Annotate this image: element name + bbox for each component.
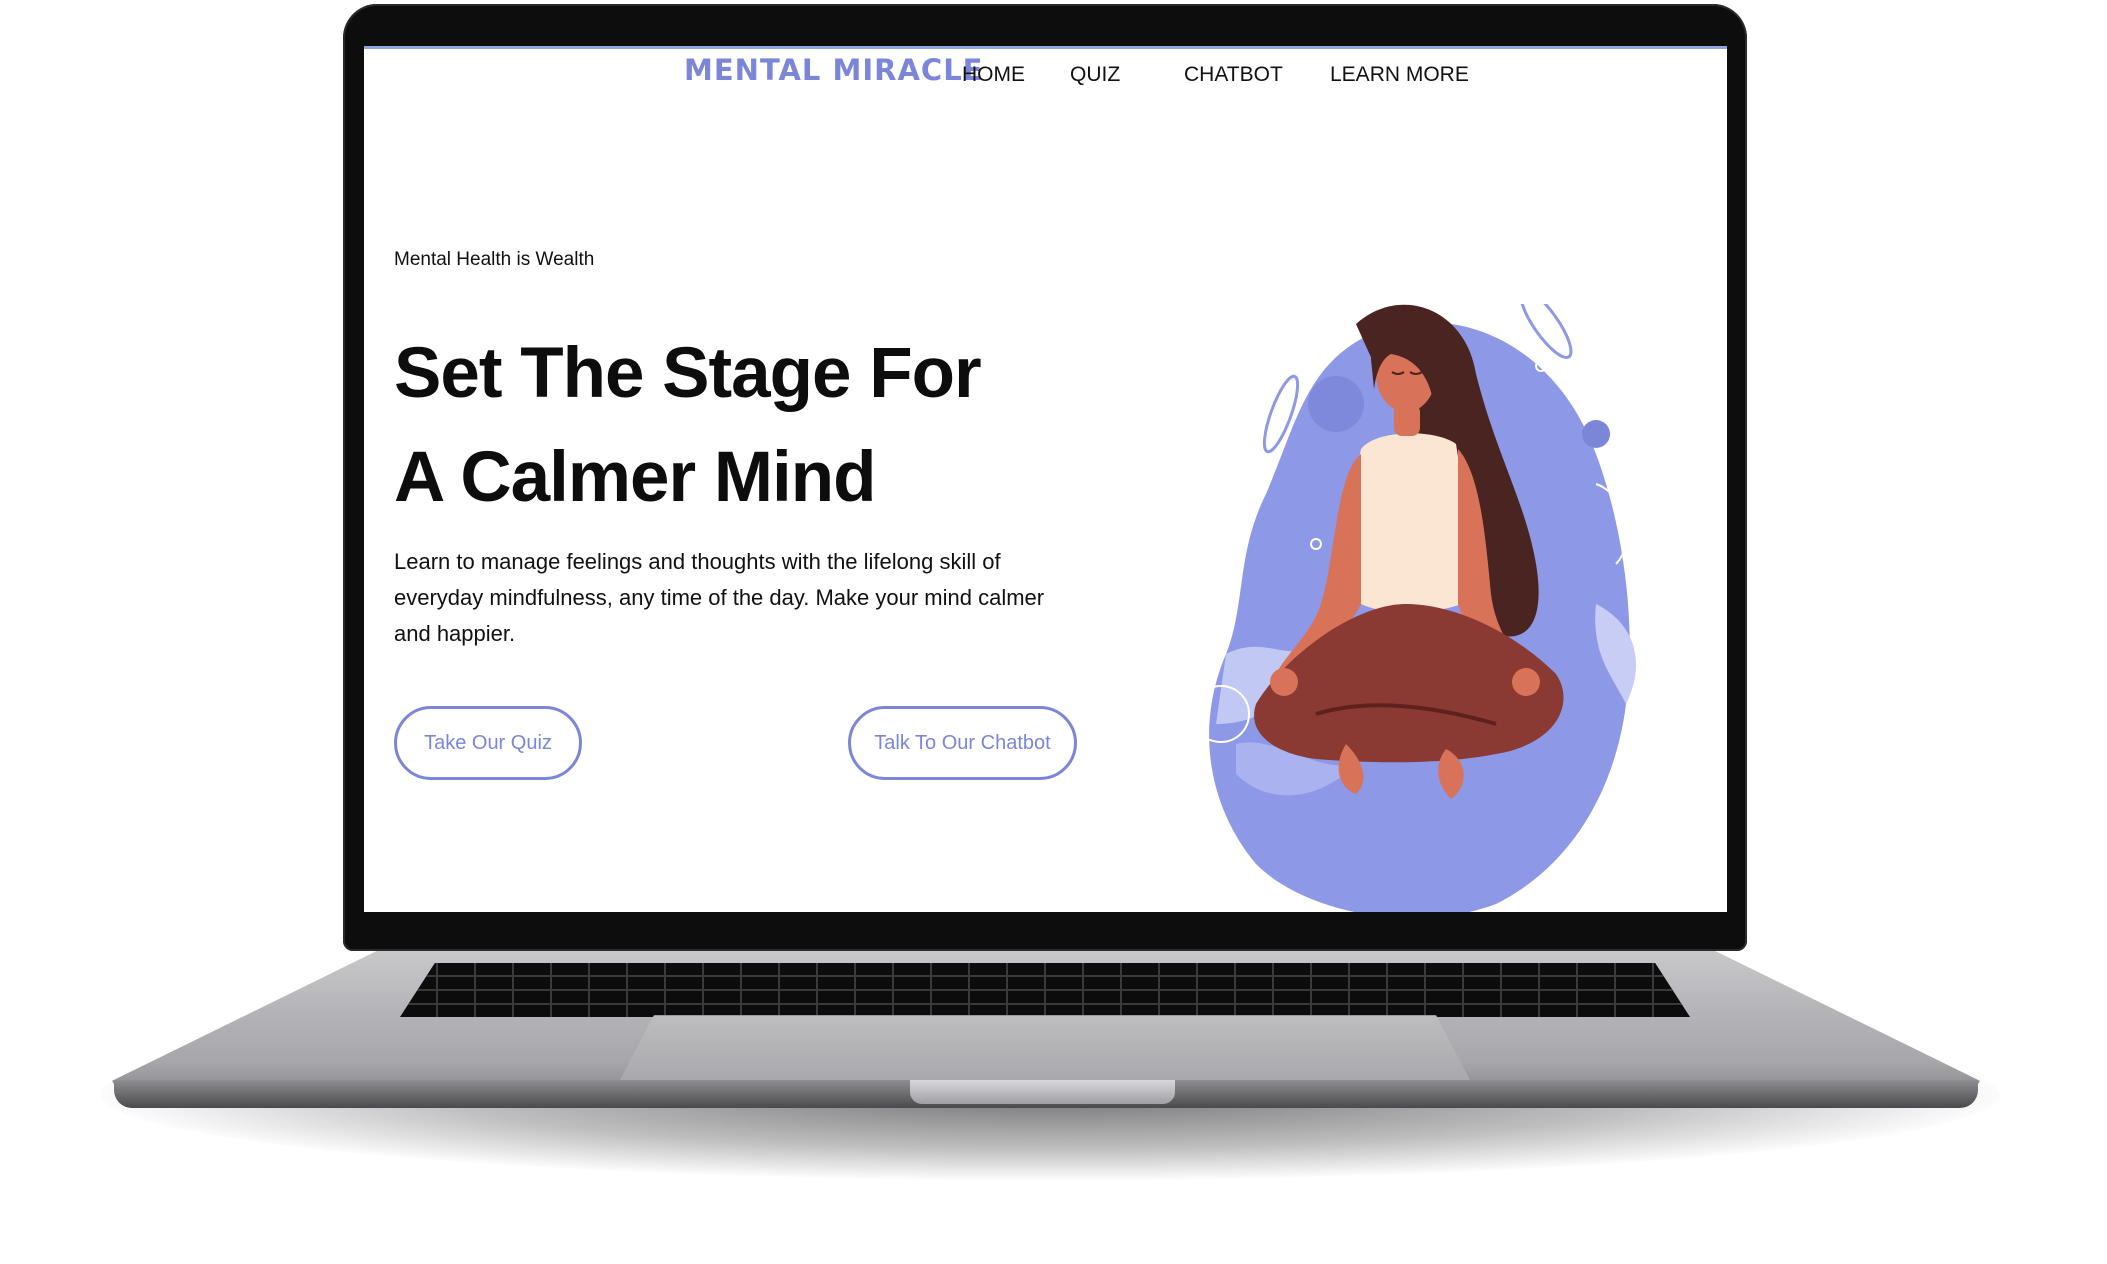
- nav-chatbot[interactable]: CHATBOT: [1184, 63, 1283, 87]
- hero-headline-line1: Set The Stage For: [394, 334, 982, 413]
- hero-tagline: Mental Health is Wealth: [394, 249, 595, 270]
- nav-home[interactable]: HOME: [962, 63, 1025, 87]
- chatbot-button[interactable]: Talk To Our Chatbot: [848, 706, 1077, 780]
- illustration-dot-4: [1308, 376, 1364, 432]
- illustration-dot-1: [1582, 420, 1610, 448]
- laptop-notch: [910, 1080, 1175, 1104]
- laptop-mockup: MENTAL MIRACLE HOME QUIZ CHATBOT LEARN M…: [0, 0, 2107, 1264]
- nav-quiz[interactable]: QUIZ: [1070, 63, 1120, 87]
- laptop-trackpad: [620, 1015, 1470, 1080]
- woman-hand-left: [1270, 668, 1298, 696]
- nav-learn-more[interactable]: LEARN MORE: [1330, 63, 1469, 87]
- meditating-woman-illustration: [1196, 304, 1636, 912]
- site-brand[interactable]: MENTAL MIRACLE: [684, 53, 983, 87]
- woman-top: [1355, 433, 1465, 613]
- woman-hand-right: [1512, 668, 1540, 696]
- navbar: MENTAL MIRACLE HOME QUIZ CHATBOT LEARN M…: [364, 49, 1727, 99]
- take-quiz-button[interactable]: Take Our Quiz: [394, 706, 582, 780]
- laptop-screen: MENTAL MIRACLE HOME QUIZ CHATBOT LEARN M…: [364, 46, 1727, 912]
- hero-description: Learn to manage feelings and thoughts wi…: [394, 549, 1045, 646]
- laptop-keyboard: [400, 963, 1690, 1017]
- hero-headline: Set The Stage For A Calmer Mind: [394, 322, 982, 530]
- hero-headline-line2: A Calmer Mind: [394, 438, 876, 517]
